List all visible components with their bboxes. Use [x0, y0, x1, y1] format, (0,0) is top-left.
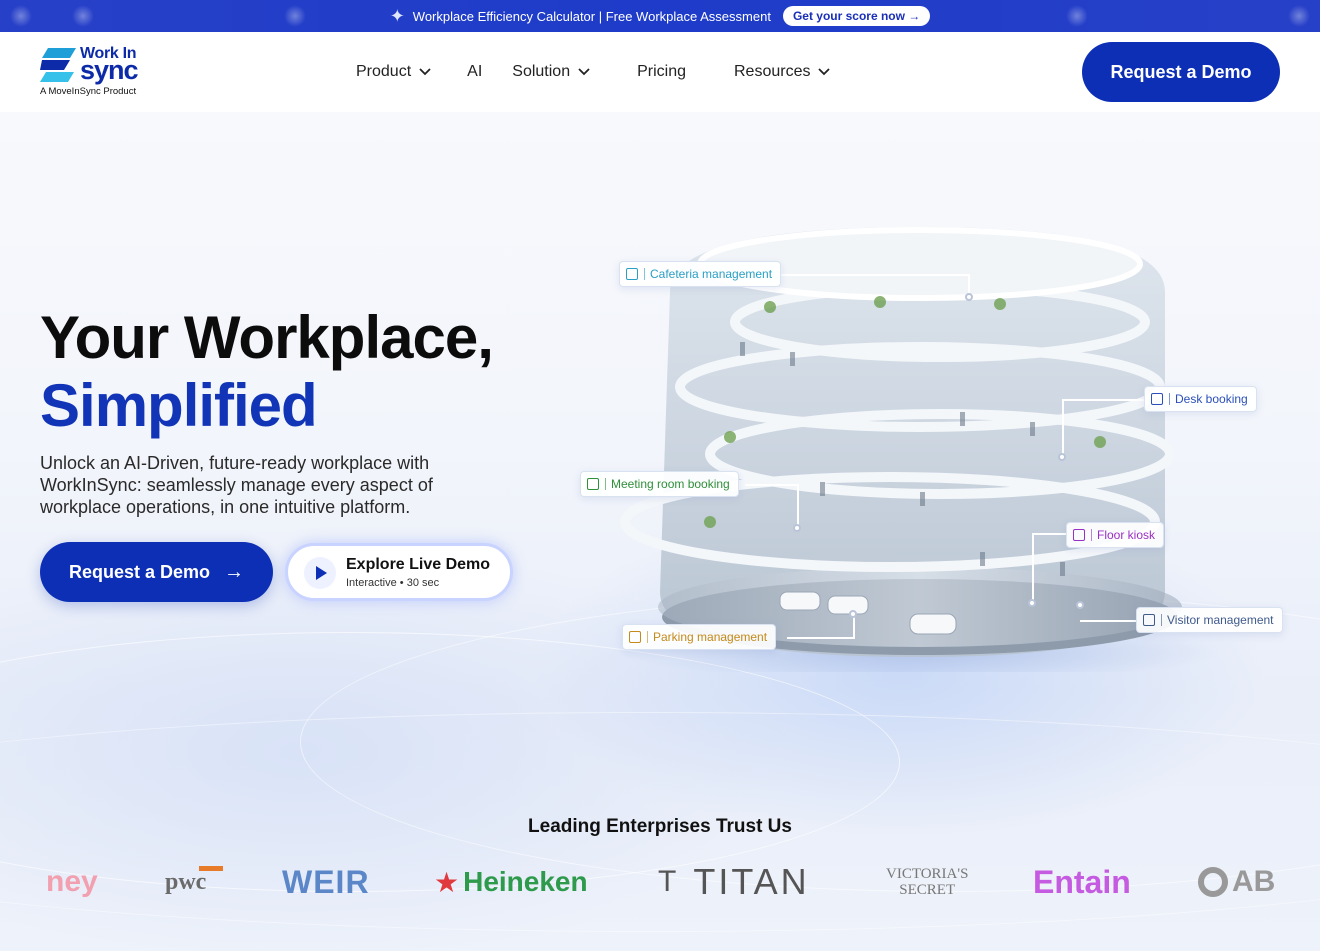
nav-item-solution[interactable]: Solution	[512, 63, 590, 81]
connector-line	[1032, 533, 1034, 603]
logo-tagline: A MoveInSync Product	[40, 86, 137, 97]
tag-meeting-room-booking: Meeting room booking	[580, 471, 739, 497]
titan-wordmark: TITAN	[693, 861, 810, 902]
button-label: Request a Demo	[68, 561, 211, 582]
pwc-accent-bar	[199, 866, 223, 871]
tag-label: Desk booking	[1175, 392, 1248, 406]
connector-line	[1080, 620, 1136, 622]
decorative-glow	[284, 5, 306, 27]
red-star-icon: ★	[434, 866, 460, 898]
header-request-demo-button[interactable]: Request a Demo	[1082, 42, 1280, 102]
connector-dot	[1058, 453, 1066, 461]
kiosk-icon	[1073, 529, 1085, 541]
live-demo-title: Explore Live Demo	[346, 556, 491, 573]
hero-title-line1: Your Workplace,	[40, 304, 494, 371]
chevron-down-icon	[818, 68, 831, 76]
logo-text-bottom: sync	[80, 55, 139, 85]
nav-item-label: Pricing	[637, 63, 686, 80]
ab-emblem-icon	[1198, 867, 1228, 897]
nav-item-product[interactable]: Product	[356, 63, 431, 81]
decorative-glow	[72, 5, 94, 27]
client-logo-pwc: pwc	[165, 852, 223, 912]
hero-section: Your Workplace, Simplified Unlock an AI-…	[0, 112, 1320, 951]
decorative-glow	[1066, 5, 1088, 27]
get-score-button[interactable]: Get your score now →	[782, 6, 931, 26]
client-logo-entain: Entain	[1033, 863, 1131, 900]
hero-request-demo-button[interactable]: Request a Demo →	[40, 542, 273, 602]
connector-line	[787, 637, 855, 639]
pwc-wordmark: pwc	[165, 868, 207, 895]
connector-line	[1032, 533, 1066, 535]
nav-item-label: AI	[467, 63, 483, 80]
main-nav: Product AI Solution Pricing Resources	[356, 32, 831, 112]
tag-parking-management: Parking management	[622, 624, 777, 650]
client-logo-ney: ney	[46, 865, 98, 898]
nav-item-label: Resources	[734, 63, 811, 80]
connector-dot	[849, 610, 857, 618]
client-logo-ab: AB	[1198, 852, 1275, 912]
secret-wordmark: SECRET	[899, 882, 956, 898]
office-building-image	[620, 227, 1220, 682]
victorias-wordmark: VICTORIA'S	[886, 866, 969, 882]
nav-item-label: Product	[356, 63, 412, 80]
site-header: Work In sync A MoveInSync Product Produc…	[0, 32, 1320, 112]
connector-line	[776, 274, 970, 276]
connector-dot	[1076, 601, 1084, 609]
announcement-bar: ✦ Workplace Efficiency Calculator | Free…	[0, 0, 1320, 32]
connector-dot	[793, 524, 801, 532]
tag-label: Parking management	[653, 630, 768, 644]
chevron-down-icon	[419, 68, 431, 76]
titan-emblem-icon: T	[658, 865, 680, 898]
tag-visitor-management: Visitor management	[1136, 607, 1283, 633]
workinsync-logo-icon	[40, 48, 76, 82]
meeting-room-icon	[587, 478, 599, 490]
nav-item-label: Solution	[512, 63, 571, 80]
building-illustration	[620, 222, 1220, 682]
arrow-right-icon: →	[224, 560, 245, 583]
workinsync-logo[interactable]: Work In sync A MoveInSync Product	[40, 44, 160, 100]
connector-dot	[1028, 599, 1036, 607]
decorative-glow	[1288, 5, 1310, 27]
nav-item-pricing[interactable]: Pricing	[637, 63, 686, 81]
connector-dot	[965, 293, 973, 301]
connector-line	[797, 484, 799, 528]
tag-desk-booking: Desk booking	[1144, 386, 1257, 412]
client-logo-weir: WEIR	[282, 863, 370, 900]
tag-label: Floor kiosk	[1097, 528, 1156, 542]
explore-live-demo-button[interactable]: Explore Live Demo Interactive • 30 sec	[285, 543, 513, 601]
hero-title: Your Workplace, Simplified	[40, 304, 494, 440]
connector-line	[1062, 399, 1144, 401]
play-icon	[304, 557, 336, 589]
chevron-down-icon	[578, 68, 590, 76]
announcement-text[interactable]: Workplace Efficiency Calculator | Free W…	[413, 9, 771, 24]
tag-label: Meeting room booking	[611, 477, 730, 491]
client-logo-heineken: ★ Heineken	[434, 852, 588, 912]
hero-subtitle: Unlock an AI-Driven, future-ready workpl…	[40, 453, 433, 517]
desk-icon	[1151, 393, 1163, 405]
visitor-icon	[1143, 614, 1155, 626]
tag-cafeteria-management: Cafeteria management	[619, 261, 782, 287]
client-logo-victorias-secret: VICTORIA'S SECRET	[886, 852, 968, 912]
sparkle-icon: ✦	[389, 5, 405, 26]
decorative-glow	[10, 5, 32, 27]
live-demo-meta: Interactive • 30 sec	[346, 577, 440, 589]
tag-floor-kiosk: Floor kiosk	[1066, 522, 1165, 548]
hero-title-accent: Simplified	[40, 372, 318, 439]
connector-line	[1062, 399, 1064, 459]
client-logo-strip: ney pwc WEIR ★ Heineken T TITAN VICTORIA…	[0, 852, 1320, 912]
trust-title: Leading Enterprises Trust Us	[528, 816, 792, 837]
nav-item-ai[interactable]: AI	[467, 63, 482, 81]
tag-label: Cafeteria management	[650, 267, 773, 281]
heineken-wordmark: Heineken	[463, 866, 588, 897]
tag-label: Visitor management	[1167, 613, 1274, 627]
cafeteria-icon	[626, 268, 638, 280]
nav-item-resources[interactable]: Resources	[734, 63, 831, 81]
connector-line	[745, 484, 799, 486]
parking-icon	[629, 631, 641, 643]
client-logo-titan: T TITAN	[658, 852, 810, 912]
ab-wordmark: AB	[1232, 865, 1276, 898]
